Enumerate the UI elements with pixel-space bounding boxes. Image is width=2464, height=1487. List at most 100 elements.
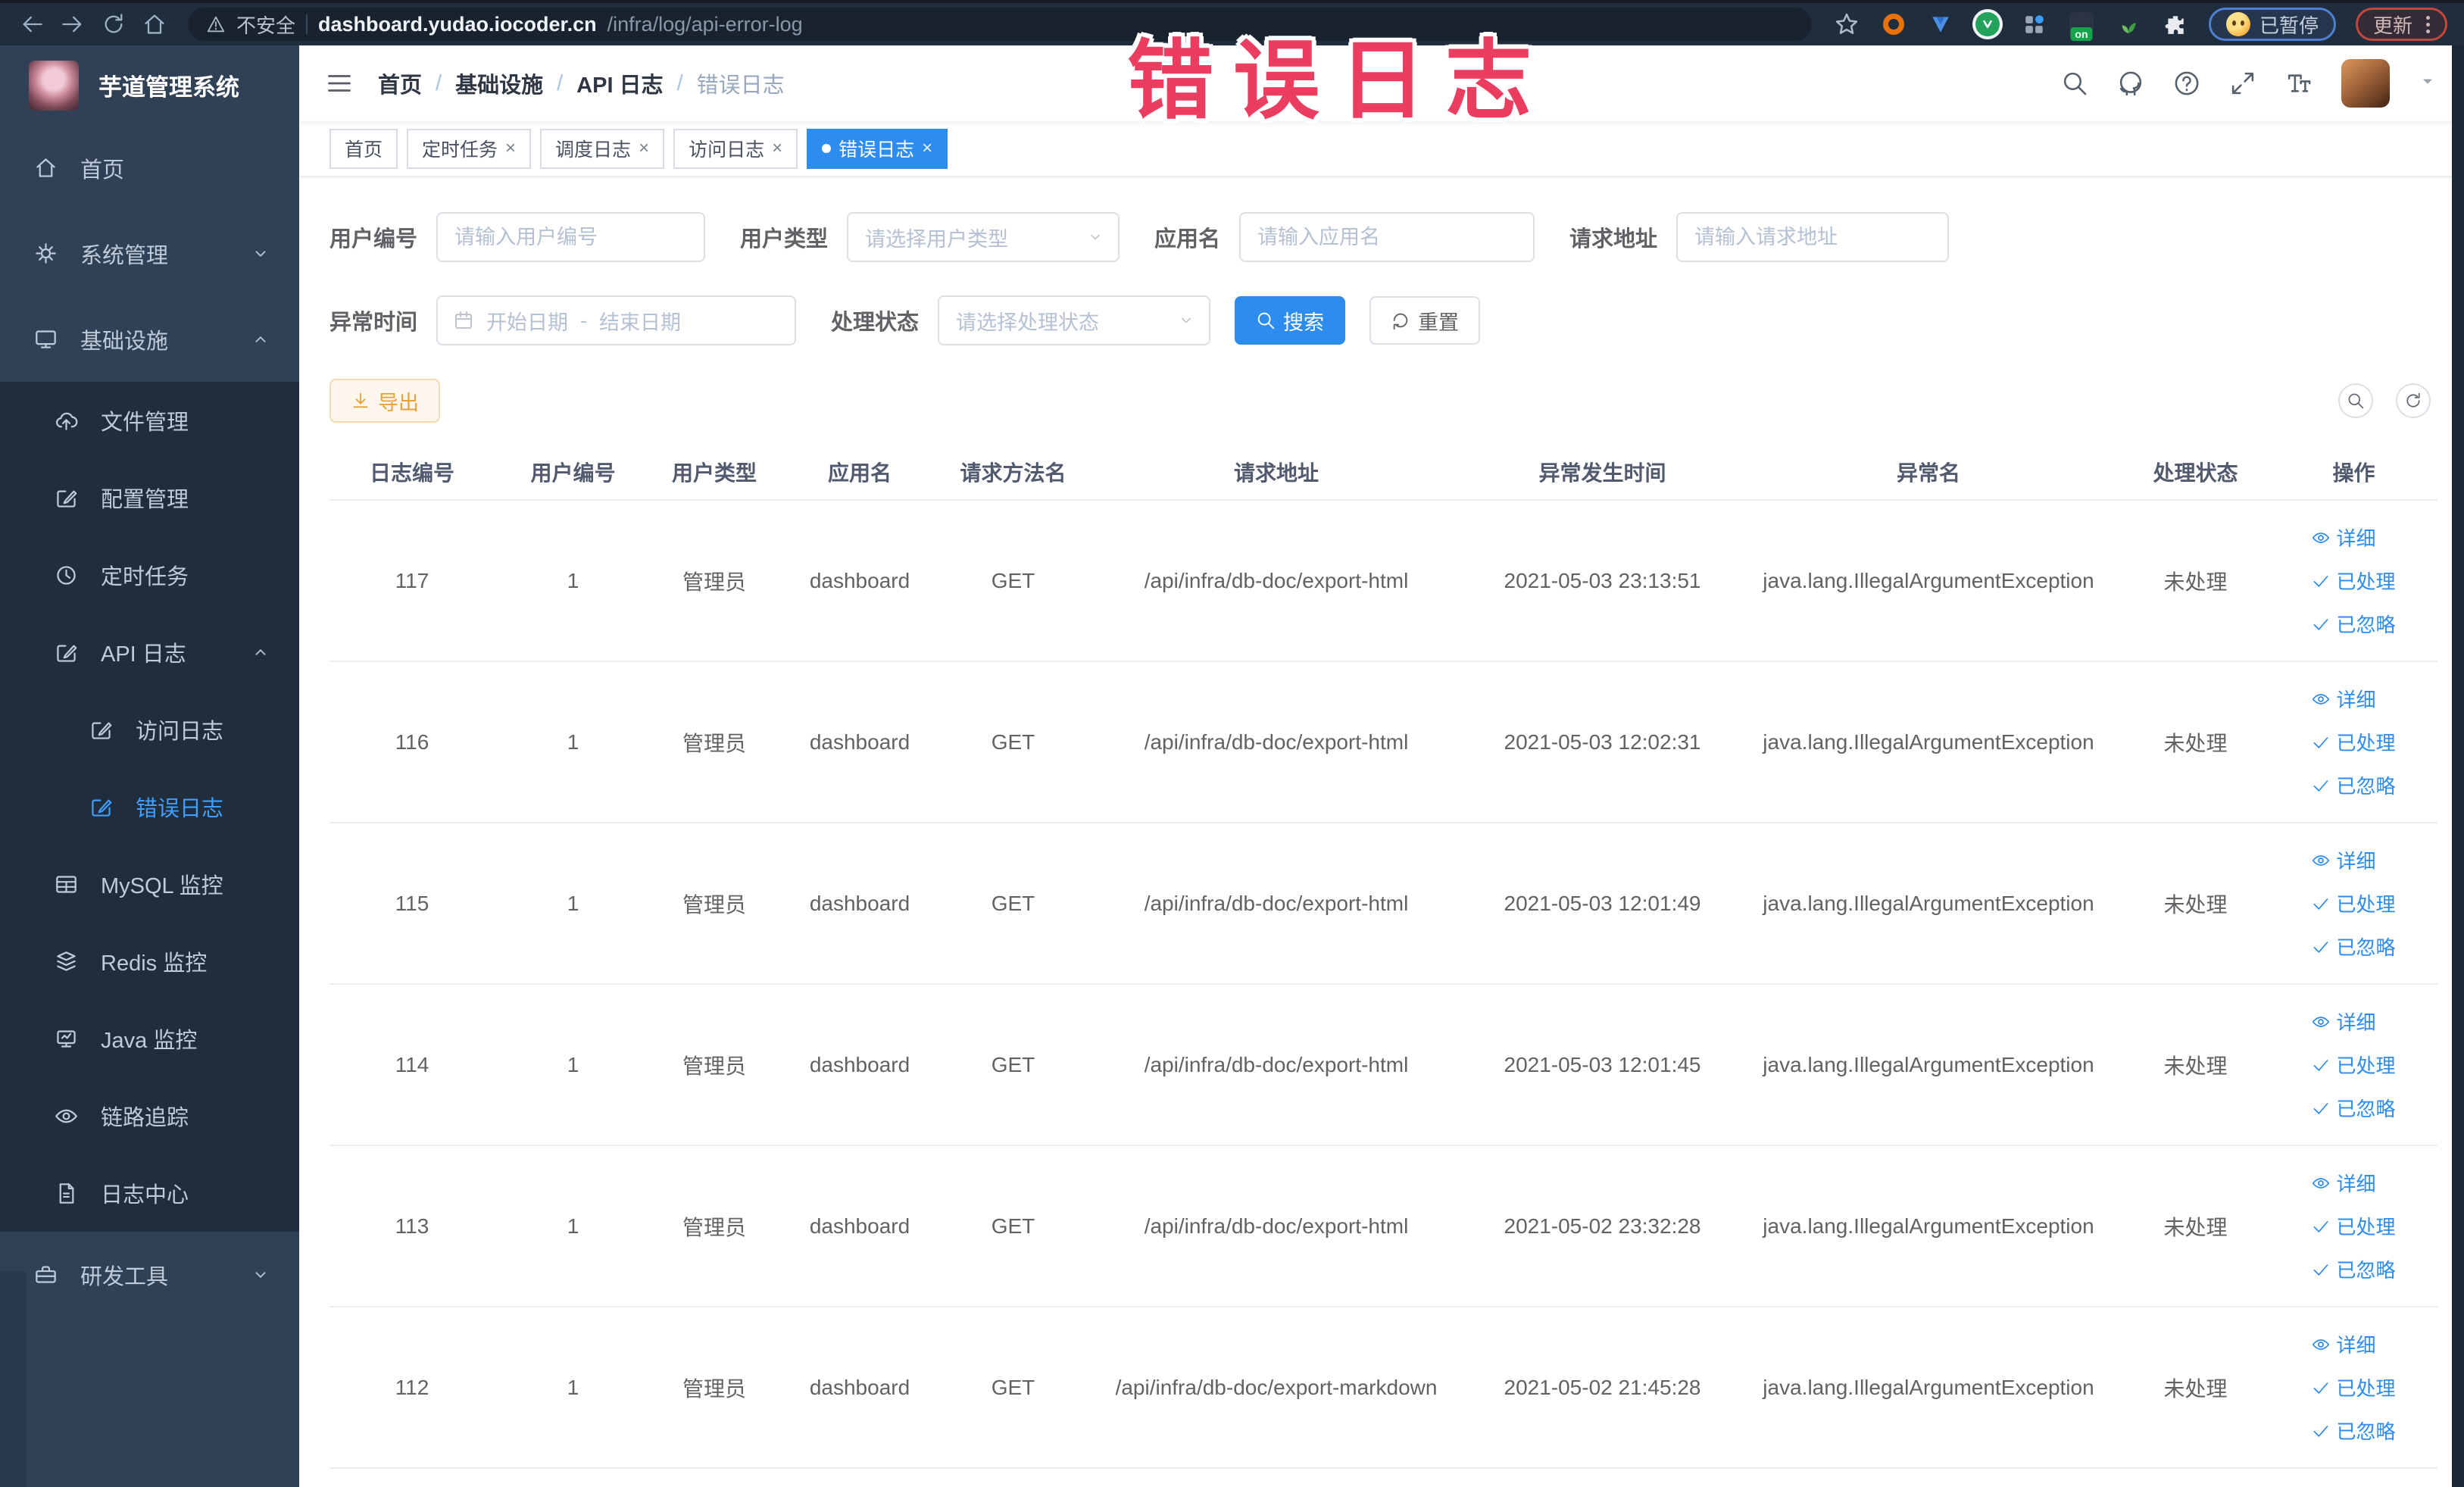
- github-icon[interactable]: [2117, 70, 2144, 97]
- sidebar-item-config-management[interactable]: 配置管理: [0, 459, 299, 536]
- detail-link[interactable]: 详细: [2312, 1169, 2376, 1197]
- search-button[interactable]: 搜索: [1235, 296, 1346, 345]
- caret-down-icon[interactable]: [2419, 73, 2437, 95]
- extensions-puzzle-icon[interactable]: [2162, 11, 2189, 38]
- sidebar-item-error-logs[interactable]: 错误日志: [0, 768, 299, 845]
- mark-ignored-link[interactable]: 已忽略: [2312, 771, 2396, 799]
- detail-link[interactable]: 详细: [2312, 1330, 2376, 1358]
- sidebar-item-api-logs[interactable]: API 日志: [0, 614, 299, 691]
- breadcrumb-separator: /: [557, 70, 564, 95]
- font-size-icon[interactable]: [2285, 70, 2313, 97]
- cell-app: dashboard: [777, 661, 942, 823]
- address-bar[interactable]: 不安全 dashboard.yudao.iocoder.cn/infra/log…: [188, 8, 1812, 41]
- sidebar-item-access-logs[interactable]: 访问日志: [0, 691, 299, 768]
- fullscreen-icon[interactable]: [2229, 70, 2256, 97]
- col-method: 请求方法名: [942, 444, 1084, 501]
- col-request-url: 请求地址: [1084, 444, 1469, 501]
- close-icon[interactable]: ×: [505, 139, 516, 158]
- detail-link[interactable]: 详细: [2312, 685, 2376, 713]
- browser-home-icon[interactable]: [139, 9, 170, 39]
- toggle-search-button[interactable]: [2338, 383, 2373, 418]
- search-icon[interactable]: [2061, 70, 2088, 97]
- sidebar-item-redis-monitor[interactable]: Redis 监控: [0, 923, 299, 1000]
- extension-orange-icon[interactable]: [1880, 11, 1907, 38]
- user-avatar[interactable]: [2341, 59, 2390, 108]
- extension-on-badge-icon[interactable]: on: [2068, 11, 2095, 41]
- export-button[interactable]: 导出: [329, 379, 440, 423]
- mark-ignored-link[interactable]: 已忽略: [2312, 610, 2396, 638]
- sidebar-item-label: 配置管理: [101, 488, 189, 512]
- extension-grid-icon[interactable]: [2021, 11, 2048, 38]
- browser-forward-icon[interactable]: [58, 9, 88, 39]
- sidebar-item-scheduled-jobs[interactable]: 定时任务: [0, 536, 299, 614]
- breadcrumb-home[interactable]: 首页: [378, 67, 422, 99]
- tab-label: 调度日志: [555, 139, 632, 161]
- sidebar-item-file-management[interactable]: 文件管理: [0, 382, 299, 459]
- annotation-overlay-title: 错误日志: [1127, 33, 1552, 130]
- col-user-type: 用户类型: [651, 444, 777, 501]
- sidebar-item-system-management[interactable]: 系统管理: [0, 211, 299, 296]
- exception-time-range-picker[interactable]: 开始日期 - 结束日期: [436, 295, 797, 345]
- cell-log-id: 113: [329, 1145, 495, 1307]
- cell-user-id: 1: [495, 500, 651, 662]
- extension-green-icon[interactable]: [1974, 11, 2001, 38]
- tab-access-logs[interactable]: 访问日志 ×: [673, 128, 798, 169]
- mark-processed-link[interactable]: 已处理: [2312, 567, 2396, 595]
- sidebar-item-log-center[interactable]: 日志中心: [0, 1154, 299, 1232]
- sidebar-item-java-monitor[interactable]: Java 监控: [0, 1000, 299, 1077]
- extension-plant-icon[interactable]: [2115, 11, 2142, 38]
- browser-back-icon[interactable]: [17, 9, 47, 39]
- tab-scheduled-jobs[interactable]: 定时任务 ×: [407, 128, 532, 169]
- hamburger-icon[interactable]: [325, 69, 354, 98]
- extension-shield-icon[interactable]: [1927, 11, 1954, 38]
- sidebar-item-trace[interactable]: 链路追踪: [0, 1077, 299, 1154]
- mark-processed-link[interactable]: 已处理: [2312, 1051, 2396, 1079]
- app-name-input[interactable]: [1239, 212, 1535, 262]
- reset-button[interactable]: 重置: [1369, 296, 1481, 345]
- browser-reload-icon[interactable]: [98, 9, 129, 39]
- user-type-select[interactable]: 请选择用户类型: [847, 212, 1120, 262]
- breadcrumb-api-logs[interactable]: API 日志: [576, 67, 663, 99]
- mark-ignored-link[interactable]: 已忽略: [2312, 1255, 2396, 1283]
- mark-processed-link[interactable]: 已处理: [2312, 889, 2396, 917]
- tab-schedule-logs[interactable]: 调度日志 ×: [540, 128, 665, 169]
- mark-processed-link[interactable]: 已处理: [2312, 728, 2396, 756]
- close-icon[interactable]: ×: [772, 139, 782, 158]
- cell-log-id: 116: [329, 661, 495, 823]
- bookmark-star-icon[interactable]: [1833, 11, 1860, 38]
- help-icon[interactable]: [2173, 70, 2200, 97]
- sidebar-item-home[interactable]: 首页: [0, 125, 299, 211]
- sidebar-item-dev-tools[interactable]: 研发工具: [0, 1232, 299, 1317]
- breadcrumb-infrastructure[interactable]: 基础设施: [455, 67, 543, 99]
- user-id-input[interactable]: [436, 212, 706, 262]
- cell-status: 未处理: [2121, 661, 2270, 823]
- paused-extension-chip[interactable]: 已暂停: [2208, 8, 2336, 41]
- mark-processed-link[interactable]: 已处理: [2312, 1373, 2396, 1401]
- browser-scrollbar[interactable]: [2452, 45, 2464, 1487]
- refresh-button[interactable]: [2396, 383, 2431, 418]
- table-row: 117 1 管理员 dashboard GET /api/infra/db-do…: [329, 500, 2437, 662]
- col-exception-name: 异常名: [1736, 444, 2121, 501]
- detail-link[interactable]: 详细: [2312, 1007, 2376, 1036]
- close-icon[interactable]: ×: [922, 139, 932, 158]
- close-icon[interactable]: ×: [639, 139, 649, 158]
- request-url-input[interactable]: [1676, 212, 1950, 262]
- tab-home[interactable]: 首页: [329, 128, 398, 169]
- detail-link[interactable]: 详细: [2312, 523, 2376, 551]
- mark-ignored-link[interactable]: 已忽略: [2312, 932, 2396, 961]
- browser-menu-kebab-icon[interactable]: [2426, 15, 2430, 33]
- sidebar-item-mysql-monitor[interactable]: MySQL 监控: [0, 845, 299, 923]
- process-status-select[interactable]: 请选择处理状态: [938, 295, 1211, 345]
- security-warning-icon[interactable]: [206, 14, 226, 34]
- mark-processed-link[interactable]: 已处理: [2312, 1212, 2396, 1240]
- mark-ignored-link[interactable]: 已忽略: [2312, 1094, 2396, 1122]
- detail-link[interactable]: 详细: [2312, 846, 2376, 874]
- mark-ignored-link[interactable]: 已忽略: [2312, 1417, 2396, 1445]
- tab-error-logs[interactable]: 错误日志 ×: [807, 128, 948, 169]
- sidebar-item-label: 定时任务: [101, 565, 189, 589]
- app-logo-row[interactable]: 芋道管理系统: [0, 45, 299, 125]
- sidebar-item-infrastructure[interactable]: 基础设施: [0, 296, 299, 382]
- chevron-down-icon: [1177, 311, 1195, 330]
- browser-update-chip[interactable]: 更新: [2355, 8, 2447, 41]
- cell-exception: java.lang.IllegalArgumentException: [1736, 984, 2121, 1146]
